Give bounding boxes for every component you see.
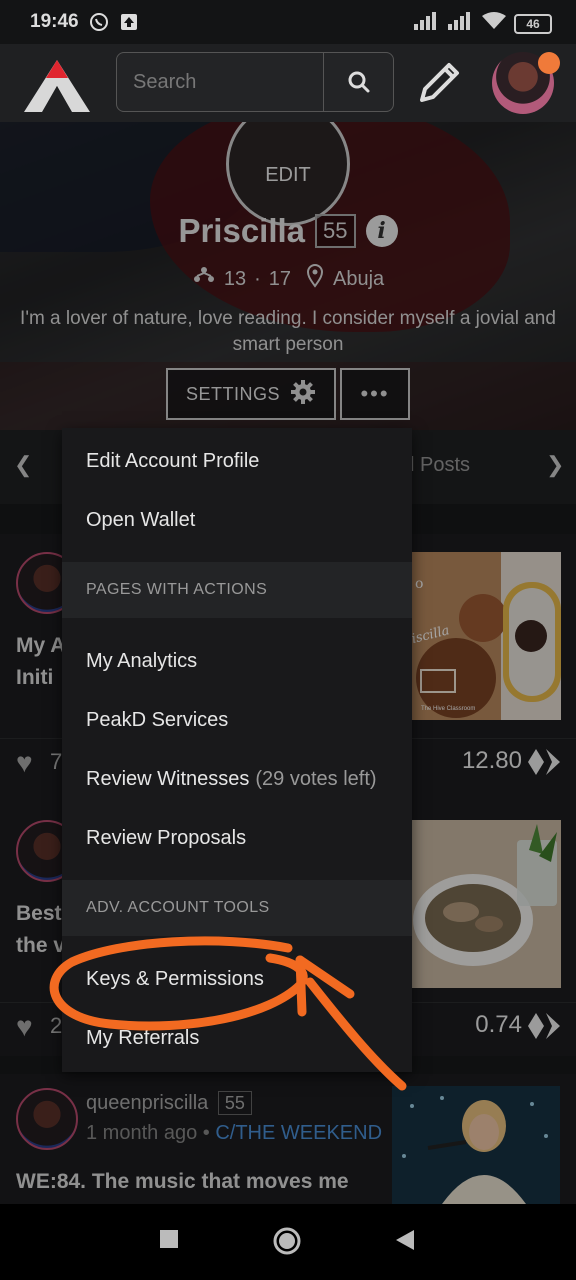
peakd-logo[interactable] [22, 56, 92, 114]
post-payout[interactable]: 12.80 [462, 747, 522, 775]
search-button[interactable] [323, 53, 393, 111]
menu-peakd-services[interactable]: PeakD Services [62, 691, 412, 749]
vote-count[interactable]: 2 [50, 1013, 62, 1039]
post-author-reputation: 55 [217, 1091, 252, 1115]
profile-bio: I'm a lover of nature, love reading. I c… [20, 308, 556, 355]
android-navigation-bar [0, 1204, 576, 1280]
post-title[interactable]: WE:84. The music that moves me [16, 1166, 349, 1198]
menu-review-proposals[interactable]: Review Proposals [62, 809, 412, 867]
reputation-badge: 55 [315, 214, 356, 248]
heart-icon[interactable]: ♥ [16, 747, 33, 779]
home-icon[interactable] [272, 1226, 302, 1261]
avatar-edit-label: EDIT [265, 164, 311, 186]
vote-count[interactable]: 7 [50, 749, 62, 775]
followers-count[interactable]: 13 [224, 268, 246, 291]
menu-review-witnesses[interactable]: Review Witnesses (29 votes left) [62, 750, 412, 808]
more-options-button[interactable]: ••• [340, 368, 410, 420]
wifi-icon [482, 12, 506, 35]
post-community-link[interactable]: C/THE WEEKEND [215, 1122, 382, 1144]
menu-section-adv-account-tools: ADV. ACCOUNT TOOLS [62, 880, 412, 936]
profile-name-row: Priscilla 55 i [0, 212, 576, 250]
back-icon[interactable] [394, 1228, 416, 1257]
location-pin-icon [305, 264, 325, 294]
location-text: Abuja [333, 267, 385, 290]
gear-icon [290, 379, 316, 410]
hive-logo-icon [528, 749, 560, 775]
witness-votes-left: (29 votes left) [255, 767, 377, 790]
menu-section-pages-with-actions: PAGES WITH ACTIONS [62, 562, 412, 618]
post-thumbnail[interactable]: o iscilla The Hive Classroom [410, 552, 561, 720]
upload-icon [119, 12, 139, 32]
tab-posts[interactable]: l Posts [410, 454, 470, 477]
post-card[interactable]: queenpriscilla 55 1 month ago • C/THE WE… [0, 1074, 576, 1204]
menu-edit-account-profile[interactable]: Edit Account Profile [62, 432, 412, 490]
profile-name: Priscilla [178, 212, 306, 249]
post-author-name[interactable]: queenpriscilla [86, 1092, 208, 1114]
write-post-pencil-icon[interactable] [414, 58, 464, 108]
clock: 19:46 [30, 11, 79, 32]
svg-text:The Hive Classroom: The Hive Classroom [421, 706, 475, 712]
post-title[interactable]: My A Initi [16, 630, 65, 694]
recent-apps-icon[interactable] [158, 1228, 180, 1255]
menu-my-referrals[interactable]: My Referrals [62, 1009, 412, 1067]
search-input[interactable] [117, 53, 325, 111]
app-header [0, 44, 576, 122]
search-box [116, 52, 394, 112]
post-title[interactable]: Best the v [16, 898, 65, 962]
post-author-avatar[interactable] [16, 1088, 78, 1150]
menu-open-wallet[interactable]: Open Wallet [62, 491, 412, 549]
heart-icon[interactable]: ♥ [16, 1011, 33, 1043]
notification-dot [538, 52, 560, 74]
post-time: 1 month ago [86, 1122, 198, 1144]
search-icon [348, 71, 369, 93]
menu-keys-permissions[interactable]: Keys & Permissions [62, 950, 412, 1008]
signal-icon [414, 12, 440, 35]
info-icon[interactable]: i [365, 215, 398, 247]
profile-cover: EDIT Priscilla 55 i 13 · 17 Abuja I'm a … [0, 122, 576, 430]
profile-options-menu: Edit Account Profile Open Wallet PAGES W… [62, 428, 412, 1072]
battery-icon: 46 [514, 13, 552, 34]
post-thumbnail[interactable] [392, 1086, 560, 1204]
settings-label: SETTINGS [185, 383, 280, 404]
status-bar: 19:46 46 [0, 0, 576, 44]
profile-stats: 13 · 17 Abuja [0, 264, 576, 294]
whatsapp-icon [89, 12, 109, 32]
menu-my-analytics[interactable]: My Analytics [62, 632, 412, 690]
svg-text:o: o [415, 576, 423, 592]
chevron-right-icon[interactable]: ❯ [546, 452, 564, 478]
hive-logo-icon [528, 1013, 560, 1039]
signal-icon-2 [448, 12, 474, 35]
post-thumbnail[interactable] [411, 820, 561, 988]
followers-icon [192, 265, 216, 293]
settings-button[interactable]: SETTINGS [166, 368, 336, 420]
following-count[interactable]: 17 [269, 268, 291, 291]
chevron-left-icon[interactable]: ❮ [14, 452, 32, 478]
post-payout[interactable]: 0.74 [475, 1011, 522, 1039]
